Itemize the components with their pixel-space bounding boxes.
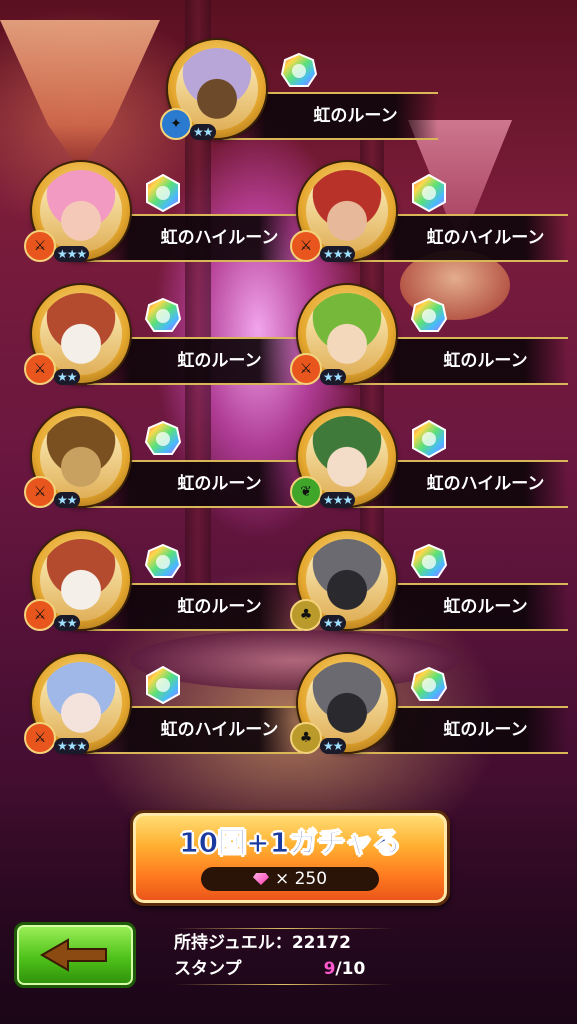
character-portrait: ♣ ★★: [290, 531, 396, 631]
character-portrait: ✦ ★★: [160, 40, 266, 140]
rainbow-rune-icon: [280, 52, 318, 87]
rarity-stars: ★★: [320, 369, 346, 385]
rainbow-high-rune-icon: [146, 174, 180, 212]
fire-element-icon: ⚔: [24, 476, 56, 508]
rarity-stars: ★★: [54, 369, 80, 385]
rarity-stars: ★★: [54, 492, 80, 508]
result-item[interactable]: 虹のハイルーン ⚔ ★★★: [290, 162, 568, 280]
rainbow-high-rune-icon: [412, 174, 446, 212]
arrow-left-icon: [40, 938, 107, 972]
gacha-button-label: 10回+1ガチャる: [179, 826, 402, 860]
fire-element-icon: ⚔: [24, 353, 56, 385]
water-element-icon: ✦: [160, 108, 192, 140]
rainbow-rune-icon: [410, 543, 448, 578]
character-portrait: ⚔ ★★★: [24, 654, 130, 754]
rune-name: 虹のルーン: [313, 106, 398, 126]
fire-element-icon: ⚔: [24, 230, 56, 262]
rainbow-rune-icon: [144, 420, 182, 455]
rune-name: 虹のルーン: [177, 597, 262, 617]
character-portrait: ⚔ ★★★: [24, 162, 130, 262]
gacha-cost: × 250: [201, 867, 379, 891]
rainbow-high-rune-icon: [146, 666, 180, 704]
character-portrait: ⚔ ★★★: [290, 162, 396, 262]
result-item[interactable]: 虹のハイルーン ❦ ★★★: [290, 408, 568, 526]
rarity-stars: ★★: [320, 738, 346, 754]
result-item[interactable]: 虹のルーン ✦ ★★: [160, 40, 438, 158]
jewel-label: 所持ジュエル：: [174, 933, 292, 953]
rune-name: 虹のルーン: [443, 720, 528, 740]
earth-element-icon: ♣: [290, 722, 322, 754]
rarity-stars: ★★★: [54, 246, 90, 262]
rarity-stars: ★★★: [320, 492, 356, 508]
rainbow-rune-icon: [144, 543, 182, 578]
result-item[interactable]: 虹のルーン ⚔ ★★: [290, 285, 568, 403]
rarity-stars: ★★★: [54, 738, 90, 754]
fire-element-icon: ⚔: [24, 722, 56, 754]
player-info: 所持ジュエル：22172 スタンプ 9/10: [174, 928, 394, 985]
result-item[interactable]: 虹のルーン ⚔ ★★: [24, 531, 302, 649]
character-portrait: ⚔ ★★: [24, 285, 130, 385]
fire-element-icon: ⚔: [290, 353, 322, 385]
rune-name: 虹のハイルーン: [160, 228, 279, 248]
jewel-icon: [252, 873, 269, 885]
rune-name: 虹のハイルーン: [426, 228, 545, 248]
jewel-count-row: 所持ジュエル：22172: [174, 930, 394, 956]
character-portrait: ⚔ ★★: [24, 531, 130, 631]
rarity-stars: ★★: [320, 615, 346, 631]
result-item[interactable]: 虹のルーン ⚔ ★★: [24, 408, 302, 526]
stamp-row: スタンプ 9/10: [174, 956, 394, 982]
rainbow-rune-icon: [410, 297, 448, 332]
earth-element-icon: ♣: [290, 599, 322, 631]
rune-name: 虹のルーン: [443, 351, 528, 371]
back-button[interactable]: [14, 922, 136, 988]
result-item[interactable]: 虹のハイルーン ⚔ ★★★: [24, 654, 302, 772]
character-portrait: ♣ ★★: [290, 654, 396, 754]
character-portrait: ❦ ★★★: [290, 408, 396, 508]
rainbow-high-rune-icon: [412, 420, 446, 458]
wind-element-icon: ❦: [290, 476, 322, 508]
stamp-label: スタンプ: [174, 959, 242, 979]
result-item[interactable]: 虹のルーン ♣ ★★: [290, 531, 568, 649]
rarity-stars: ★★★: [320, 246, 356, 262]
ceiling-lamp: [0, 20, 160, 170]
rainbow-rune-icon: [410, 666, 448, 701]
fire-element-icon: ⚔: [290, 230, 322, 262]
gacha-result-screen: 虹のルーン ✦ ★★ 虹のハイルーン ⚔ ★★★ 虹のハイルーン ⚔ ★★★ 虹のルーン ⚔ ★★ 虹の…: [0, 0, 577, 1024]
rune-name: 虹のルーン: [443, 597, 528, 617]
result-item[interactable]: 虹のルーン ⚔ ★★: [24, 285, 302, 403]
rarity-stars: ★★: [190, 124, 216, 140]
stamp-count: 9: [323, 959, 336, 979]
jewel-count: 22172: [291, 933, 351, 953]
rune-name: 虹のルーン: [177, 474, 262, 494]
result-item[interactable]: 虹のハイルーン ⚔ ★★★: [24, 162, 302, 280]
stamp-total: /10: [335, 959, 366, 979]
fire-element-icon: ⚔: [24, 599, 56, 631]
character-portrait: ⚔ ★★: [24, 408, 130, 508]
gacha-10-plus-1-button[interactable]: 10回+1ガチャる × 250: [130, 810, 450, 906]
rune-name: 虹のハイルーン: [426, 474, 545, 494]
result-item[interactable]: 虹のルーン ♣ ★★: [290, 654, 568, 772]
character-portrait: ⚔ ★★: [290, 285, 396, 385]
gacha-cost-value: × 250: [274, 869, 328, 889]
rune-name: 虹のハイルーン: [160, 720, 279, 740]
rune-name: 虹のルーン: [177, 351, 262, 371]
rarity-stars: ★★: [54, 615, 80, 631]
rainbow-rune-icon: [144, 297, 182, 332]
